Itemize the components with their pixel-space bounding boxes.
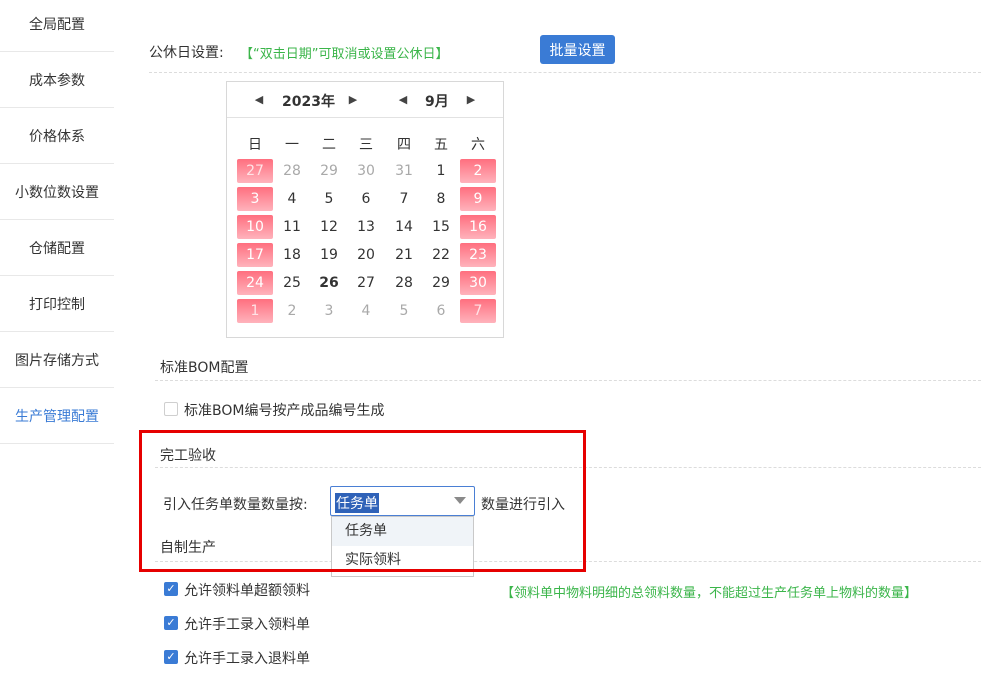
prev-year-icon[interactable]: ◀ — [253, 93, 265, 107]
calendar-day[interactable]: 21 — [386, 243, 422, 267]
calendar-day-holiday[interactable]: 1 — [237, 299, 273, 323]
sidebar-item-price-system[interactable]: 价格体系 — [0, 108, 114, 164]
sidebar-item-cost-params[interactable]: 成本参数 — [0, 52, 114, 108]
calendar-day[interactable]: 15 — [423, 215, 459, 239]
calendar-day[interactable]: 28 — [386, 271, 422, 295]
manual-return-checkbox[interactable]: ✓ — [164, 650, 178, 664]
batch-set-button[interactable]: 批量设置 — [540, 35, 615, 64]
sidebar-item-label: 全局配置 — [29, 16, 85, 33]
sidebar-item-image-storage[interactable]: 图片存储方式 — [0, 332, 114, 388]
calendar-day[interactable]: 2 — [274, 299, 310, 323]
sidebar-item-label: 图片存储方式 — [15, 352, 99, 369]
sidebar-item-label: 成本参数 — [29, 72, 85, 89]
over-issue-label: 允许领料单超额领料 — [184, 583, 310, 599]
calendar-day-holiday[interactable]: 3 — [237, 187, 273, 211]
manual-issue-checkbox[interactable]: ✓ — [164, 616, 178, 630]
manual-issue-label: 允许手工录入领料单 — [184, 617, 310, 633]
calendar-day[interactable]: 6 — [423, 299, 459, 323]
holiday-hint: 【“双击日期”可取消或设置公休日】 — [240, 47, 449, 62]
bom-section-title: 标准BOM配置 — [160, 360, 249, 376]
calendar-day[interactable]: 13 — [348, 215, 384, 239]
calendar-header: ◀ 2023年 ▶ ◀ 9月 ▶ — [227, 82, 503, 118]
calendar-day[interactable]: 29 — [423, 271, 459, 295]
sidebar: 全局配置 成本参数 价格体系 小数位数设置 仓储配置 打印控制 图片存储方式 生… — [0, 0, 114, 678]
calendar-day[interactable]: 27 — [348, 271, 384, 295]
calendar-day-holiday[interactable]: 9 — [460, 187, 496, 211]
sidebar-item-label: 价格体系 — [29, 128, 85, 145]
calendar-day[interactable]: 5 — [311, 187, 347, 211]
calendar-day-holiday[interactable]: 30 — [460, 271, 496, 295]
divider — [149, 72, 981, 73]
calendar-day[interactable]: 14 — [386, 215, 422, 239]
calendar-day[interactable]: 25 — [274, 271, 310, 295]
weekday-label: 四 — [397, 137, 411, 153]
calendar-day[interactable]: 30 — [348, 159, 384, 183]
weekday-label: 日 — [248, 137, 262, 153]
calendar-day[interactable]: 4 — [348, 299, 384, 323]
highlight-box — [139, 430, 586, 572]
calendar-year: 2023年 — [282, 94, 335, 110]
sidebar-item-production-config[interactable]: 生产管理配置 — [0, 388, 114, 444]
calendar-day[interactable]: 8 — [423, 187, 459, 211]
calendar-day[interactable]: 7 — [386, 187, 422, 211]
prev-month-icon[interactable]: ◀ — [397, 93, 409, 107]
bom-checkbox-label: 标准BOM编号按产成品编号生成 — [184, 403, 385, 419]
manual-return-label: 允许手工录入退料单 — [184, 651, 310, 667]
holiday-calendar: ◀ 2023年 ▶ ◀ 9月 ▶ 日一二三四五六 27 28 29 30 31 1 2 3 4 5… — [226, 81, 504, 338]
sidebar-item-warehouse-config[interactable]: 仓储配置 — [0, 220, 114, 276]
sidebar-item-decimal-settings[interactable]: 小数位数设置 — [0, 164, 114, 220]
sidebar-item-label: 生产管理配置 — [15, 408, 99, 425]
calendar-day-holiday[interactable]: 24 — [237, 271, 273, 295]
sidebar-item-label: 仓储配置 — [29, 240, 85, 257]
calendar-day[interactable]: 5 — [386, 299, 422, 323]
weekday-label: 三 — [359, 137, 373, 153]
over-issue-checkbox[interactable]: ✓ — [164, 582, 178, 596]
calendar-day[interactable]: 29 — [311, 159, 347, 183]
bom-checkbox[interactable] — [164, 402, 178, 416]
calendar-day[interactable]: 20 — [348, 243, 384, 267]
holiday-label: 公休日设置: — [149, 45, 224, 61]
calendar-day[interactable]: 4 — [274, 187, 310, 211]
sidebar-item-label: 小数位数设置 — [15, 184, 99, 201]
calendar-day[interactable]: 26 — [311, 271, 347, 295]
calendar-day[interactable]: 6 — [348, 187, 384, 211]
calendar-day[interactable]: 11 — [274, 215, 310, 239]
over-issue-note: 【领料单中物料明细的总领料数量，不能超过生产任务单上物料的数量】 — [501, 586, 918, 601]
calendar-day-holiday[interactable]: 23 — [460, 243, 496, 267]
calendar-day[interactable]: 28 — [274, 159, 310, 183]
sidebar-item-print-control[interactable]: 打印控制 — [0, 276, 114, 332]
next-year-icon[interactable]: ▶ — [347, 93, 359, 107]
sidebar-item-global-config[interactable]: 全局配置 — [0, 0, 114, 52]
calendar-day-holiday[interactable]: 7 — [460, 299, 496, 323]
calendar-day-holiday[interactable]: 16 — [460, 215, 496, 239]
sidebar-item-label: 打印控制 — [29, 296, 85, 313]
calendar-month: 9月 — [425, 94, 449, 110]
weekday-label: 五 — [434, 137, 448, 153]
calendar-day[interactable]: 19 — [311, 243, 347, 267]
calendar-day[interactable]: 1 — [423, 159, 459, 183]
calendar-day-holiday[interactable]: 17 — [237, 243, 273, 267]
calendar-day[interactable]: 12 — [311, 215, 347, 239]
calendar-day[interactable]: 18 — [274, 243, 310, 267]
calendar-day-holiday[interactable]: 10 — [237, 215, 273, 239]
weekday-label: 六 — [471, 137, 485, 153]
calendar-day-holiday[interactable]: 27 — [237, 159, 273, 183]
divider — [155, 380, 981, 381]
calendar-day[interactable]: 22 — [423, 243, 459, 267]
next-month-icon[interactable]: ▶ — [465, 93, 477, 107]
weekday-label: 一 — [285, 137, 299, 153]
calendar-day-holiday[interactable]: 2 — [460, 159, 496, 183]
weekday-label: 二 — [322, 137, 336, 153]
calendar-day[interactable]: 3 — [311, 299, 347, 323]
calendar-day[interactable]: 31 — [386, 159, 422, 183]
